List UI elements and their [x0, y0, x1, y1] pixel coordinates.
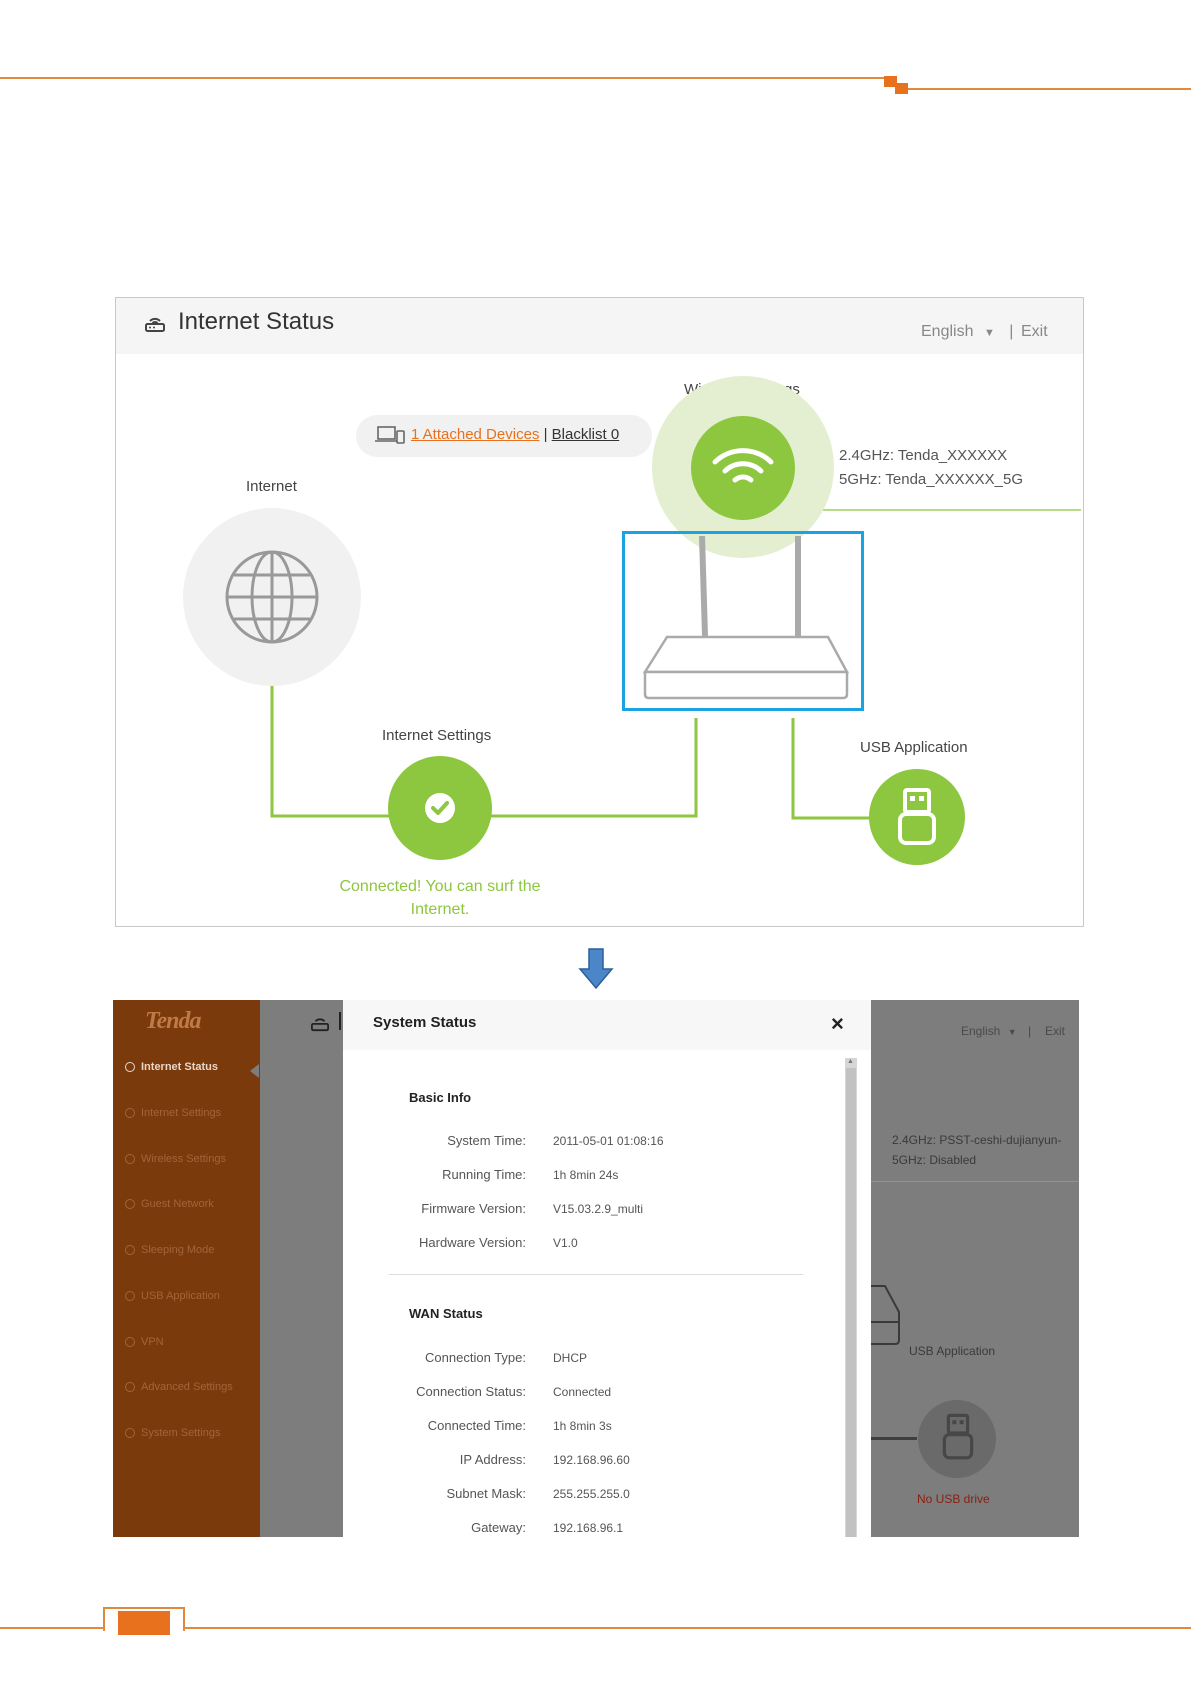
attached-devices-link[interactable]: 1 Attached Devices: [411, 426, 539, 443]
sidebar-item[interactable]: System Settings: [125, 1427, 260, 1439]
header-ornament: [895, 83, 908, 94]
sidebar-item-label: System Settings: [141, 1427, 221, 1439]
sidebar: [113, 1000, 260, 1537]
wireless-ssid-info: 2.4GHz: Tenda_XXXXXX 5GHz: Tenda_XXXXXX_…: [839, 444, 1023, 492]
basic-info-heading: Basic Info: [409, 1090, 472, 1105]
info-label: Running Time:: [442, 1167, 526, 1182]
sidebar-item-label: Guest Network: [141, 1198, 214, 1210]
tenda-logo: Tenda: [145, 1008, 201, 1034]
sidebar-item-label: VPN: [141, 1336, 164, 1348]
ssid-24ghz: 2.4GHz: PSST-ceshi-dujianyun-: [892, 1133, 1062, 1147]
sidebar-item-label: Internet Status: [141, 1061, 219, 1073]
system-status-screenshot: Tenda Internet Status Internet Settings Wi…: [113, 1000, 1079, 1537]
info-value: 192.168.96.1: [553, 1521, 624, 1535]
usb-icon: [898, 788, 936, 845]
sidebar-item[interactable]: Wireless Settings: [125, 1153, 260, 1165]
sidebar-item[interactable]: Guest Network: [125, 1198, 260, 1210]
gear-icon: [125, 1428, 135, 1438]
info-value: Connected: [553, 1385, 612, 1399]
sidebar-item-label: Internet Settings: [141, 1107, 222, 1119]
sidebar-item[interactable]: VPN: [125, 1336, 260, 1348]
guest-icon: [125, 1199, 135, 1209]
info-label: Hardware Version:: [419, 1235, 526, 1250]
info-value: V15.03.2.9_multi: [553, 1202, 644, 1216]
language-select[interactable]: English ▼ |: [961, 1024, 1031, 1038]
info-value: 2011-05-01 01:08:16: [553, 1134, 664, 1148]
usb-icon: [125, 1291, 135, 1301]
ssid-5ghz: 5GHz: Disabled: [892, 1153, 977, 1167]
checkmark-icon: [425, 793, 455, 823]
info-value: 255.255.255.0: [553, 1487, 630, 1501]
connection-line: [871, 1437, 917, 1440]
page-number-badge: [118, 1611, 170, 1635]
router-icon: [125, 1062, 135, 1072]
info-value: DHCP: [553, 1351, 588, 1365]
chevron-down-icon: ▼: [1007, 1027, 1017, 1037]
system-status-modal: System Status × ▲ Basic Info System Time…: [343, 1000, 871, 1537]
wifi-icon: [712, 448, 774, 483]
modal-title: System Status: [373, 1014, 477, 1031]
attached-devices-links: 1 Attached Devices | Blacklist 0: [411, 426, 619, 443]
tools-icon: [125, 1382, 135, 1392]
sidebar-item-label: USB Application: [141, 1290, 220, 1302]
internet-label: Internet: [246, 478, 297, 495]
header-rule-right: [906, 88, 1191, 90]
wan-status-heading: WAN Status: [409, 1306, 483, 1321]
sidebar-item-label: Wireless Settings: [141, 1153, 226, 1165]
arrow-down-icon: [578, 948, 614, 990]
connection-line: [871, 1181, 1079, 1182]
info-label: Subnet Mask:: [446, 1486, 527, 1501]
separator: |: [1027, 1024, 1032, 1038]
router-highlight-box[interactable]: [622, 531, 864, 711]
router-device-icon: [871, 1285, 900, 1345]
sidebar-item[interactable]: Advanced Settings: [125, 1381, 260, 1393]
devices-icon: [375, 426, 405, 444]
section-divider: [389, 1274, 803, 1275]
ssid-24ghz: 2.4GHz: Tenda_XXXXXX: [839, 447, 1008, 464]
blacklist-link[interactable]: Blacklist 0: [552, 426, 620, 443]
link-separator: |: [543, 426, 548, 443]
info-value: 1h 8min 3s: [553, 1419, 612, 1433]
close-icon[interactable]: ×: [831, 1011, 844, 1037]
scrollbar-thumb[interactable]: [846, 1068, 856, 1537]
globe-icon: [225, 550, 319, 644]
sidebar-item[interactable]: USB Application: [125, 1290, 260, 1302]
scroll-up-icon[interactable]: ▲: [847, 1058, 854, 1065]
info-label: Connection Type:: [425, 1350, 526, 1365]
wifi-icon: [125, 1154, 135, 1164]
info-label: Connection Status:: [416, 1384, 526, 1399]
usb-application-label: USB Application: [860, 739, 968, 756]
usb-application-label: USB Application: [909, 1344, 996, 1358]
no-usb-status: No USB drive: [917, 1492, 990, 1506]
info-label: Connected Time:: [427, 1418, 526, 1433]
wireless-ssid-info: 2.4GHz: PSST-ceshi-dujianyun- 5GHz: Disa…: [892, 1130, 1061, 1170]
header-rule: [0, 77, 892, 79]
router-icon: [311, 1018, 329, 1032]
sidebar-item[interactable]: Sleeping Mode: [125, 1244, 260, 1256]
info-label: Gateway:: [471, 1520, 526, 1535]
language-label: English: [961, 1024, 1001, 1038]
connection-status-message: Connected! You can surf the Internet.: [339, 878, 541, 918]
sidebar-item-label: Advanced Settings: [141, 1381, 233, 1393]
info-label: System Time:: [447, 1133, 526, 1148]
internet-settings-label: Internet Settings: [382, 727, 492, 744]
info-label: IP Address:: [459, 1452, 526, 1467]
title-cursor: [339, 1012, 341, 1030]
internet-status-screenshot: Internet Status English ▼ | Exit 1 Attac…: [115, 297, 1084, 927]
sidebar-item-label: Sleeping Mode: [141, 1244, 215, 1256]
sidebar-item[interactable]: Internet Settings: [125, 1107, 260, 1119]
info-value: V1.0: [553, 1236, 578, 1250]
sidebar-item[interactable]: Internet Status: [125, 1061, 260, 1073]
ssid-5ghz: 5GHz: Tenda_XXXXXX_5G: [839, 471, 1023, 488]
info-label: Firmware Version:: [421, 1201, 526, 1216]
info-value: 1h 8min 24s: [553, 1168, 619, 1182]
globe-icon: [125, 1108, 135, 1118]
exit-link[interactable]: Exit: [1045, 1024, 1065, 1038]
vpn-icon: [125, 1337, 135, 1347]
usb-icon: [942, 1413, 974, 1460]
info-value: 192.168.96.60: [553, 1453, 630, 1467]
bulb-icon: [125, 1245, 135, 1255]
